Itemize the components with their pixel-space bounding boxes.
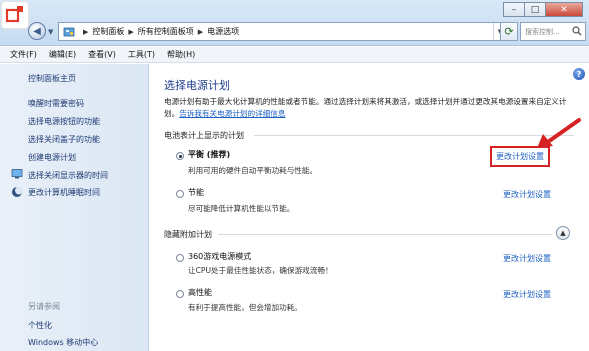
maximize-button[interactable]: □ [524,2,546,17]
menu-view[interactable]: 查看(V) [88,49,116,60]
breadcrumb-separator-icon: ▶ [128,27,134,36]
hidden-plans-heading: 隐藏附加计划 [164,230,212,239]
section-divider [254,135,574,136]
sidebar-item-create-plan[interactable]: 创建电源计划 [28,152,76,163]
sidebar-item-mobility-center[interactable]: Windows 移动中心 [28,337,98,348]
search-input[interactable]: 搜索控制... [520,22,586,41]
page-description: 电源计划有助于最大化计算机的性能或者节能。通过选择计划来将其激活，或选择计划并通… [164,96,579,120]
sidebar-item-personalization[interactable]: 个性化 [28,320,52,331]
change-plan-settings-high-performance[interactable]: 更改计划设置 [503,289,551,300]
back-button[interactable]: ◀ [28,22,46,40]
refresh-icon: ⟳ [504,25,514,38]
recent-pages-dropdown-icon[interactable]: ▼ [48,28,53,36]
refresh-button[interactable]: ⟳ [500,22,518,41]
plan-name-balanced[interactable]: 平衡 (推荐) [188,149,230,160]
plan-name-power-saver[interactable]: 节能 [188,187,204,198]
plan-radio-balanced[interactable] [176,152,184,160]
page-title: 选择电源计划 [164,79,230,92]
sidebar-item-power-button[interactable]: 选择电源按钮的功能 [28,116,100,127]
monitor-icon [11,169,23,179]
plan-desc-360-game: 让CPU处于最佳性能状态，确保游戏流畅！ [188,266,333,275]
moon-icon [12,186,23,197]
change-plan-settings-360-game[interactable]: 更改计划设置 [503,253,551,264]
search-placeholder: 搜索控制... [525,27,560,36]
breadcrumb-power-options[interactable]: 电源选项 [207,26,239,37]
menu-tools[interactable]: 工具(T) [128,49,155,60]
breadcrumb-separator-icon: ▶ [83,27,89,36]
menu-edit[interactable]: 编辑(E) [49,49,76,60]
plan-name-high-performance[interactable]: 高性能 [188,287,212,298]
plan-radio-power-saver[interactable] [176,190,184,198]
sidebar-item-lid-close[interactable]: 选择关闭盖子的功能 [28,134,100,145]
change-plan-settings-power-saver[interactable]: 更改计划设置 [503,189,551,200]
plan-radio-high-performance[interactable] [176,290,184,298]
minimize-button[interactable]: – [503,2,525,17]
sidebar-item-sleep-time[interactable]: 更改计算机睡眠时间 [28,187,100,198]
search-icon [572,26,582,36]
sidebar-item-display-off-time[interactable]: 选择关闭显示器的时间 [28,170,108,181]
plan-radio-360-game[interactable] [176,254,184,262]
window-titlebar: – □ ✕ ◀ ▼ ▶ 控制面板 ▶ 所有控制面板项 ▶ 电源选项 ▼ ⟳ 搜索… [0,0,589,46]
plan-desc-high-performance: 有利于提高性能，但会增加功耗。 [188,303,302,312]
menu-file[interactable]: 文件(F) [10,49,37,60]
watermark-logo-icon [2,2,28,28]
back-arrow-icon: ◀ [33,25,41,37]
address-bar[interactable]: ▶ 控制面板 ▶ 所有控制面板项 ▶ 电源选项 ▼ [58,22,508,41]
menu-bar: 文件(F) 编辑(E) 查看(V) 工具(T) 帮助(H) [0,47,589,63]
menu-help[interactable]: 帮助(H) [167,49,195,60]
breadcrumb-separator-icon: ▶ [197,27,204,36]
collapse-chevron-up-icon[interactable]: ▲ [556,226,570,240]
learn-more-link[interactable]: 告诉我有关电源计划的详细信息 [179,109,285,118]
plan-desc-power-saver: 尽可能降低计算机性能以节能。 [188,204,295,213]
sidebar-item-require-password[interactable]: 唤醒时需要密码 [28,98,84,109]
see-also-heading: 另请参阅 [28,302,60,311]
sidebar: 控制面板主页 唤醒时需要密码 选择电源按钮的功能 选择关闭盖子的功能 创建电源计… [0,64,149,351]
close-button[interactable]: ✕ [545,2,583,17]
help-icon[interactable]: ? [573,68,585,80]
sidebar-item-control-panel-home[interactable]: 控制面板主页 [28,73,76,84]
main-pane: ? 选择电源计划 电源计划有助于最大化计算机的性能或者节能。通过选择计划来将其激… [150,64,589,351]
breadcrumb-all-items[interactable]: 所有控制面板项 [138,26,194,37]
plan-name-360-game[interactable]: 360游戏电源模式 [188,251,251,262]
battery-plans-heading: 电池表计上显示的计划 [164,131,244,140]
red-annotation-arrow-icon [537,118,581,148]
plan-desc-balanced: 利用可用的硬件自动平衡功耗与性能。 [188,166,318,175]
control-panel-icon [63,27,75,36]
section-divider [218,234,552,235]
breadcrumb-control-panel[interactable]: 控制面板 [92,26,124,37]
